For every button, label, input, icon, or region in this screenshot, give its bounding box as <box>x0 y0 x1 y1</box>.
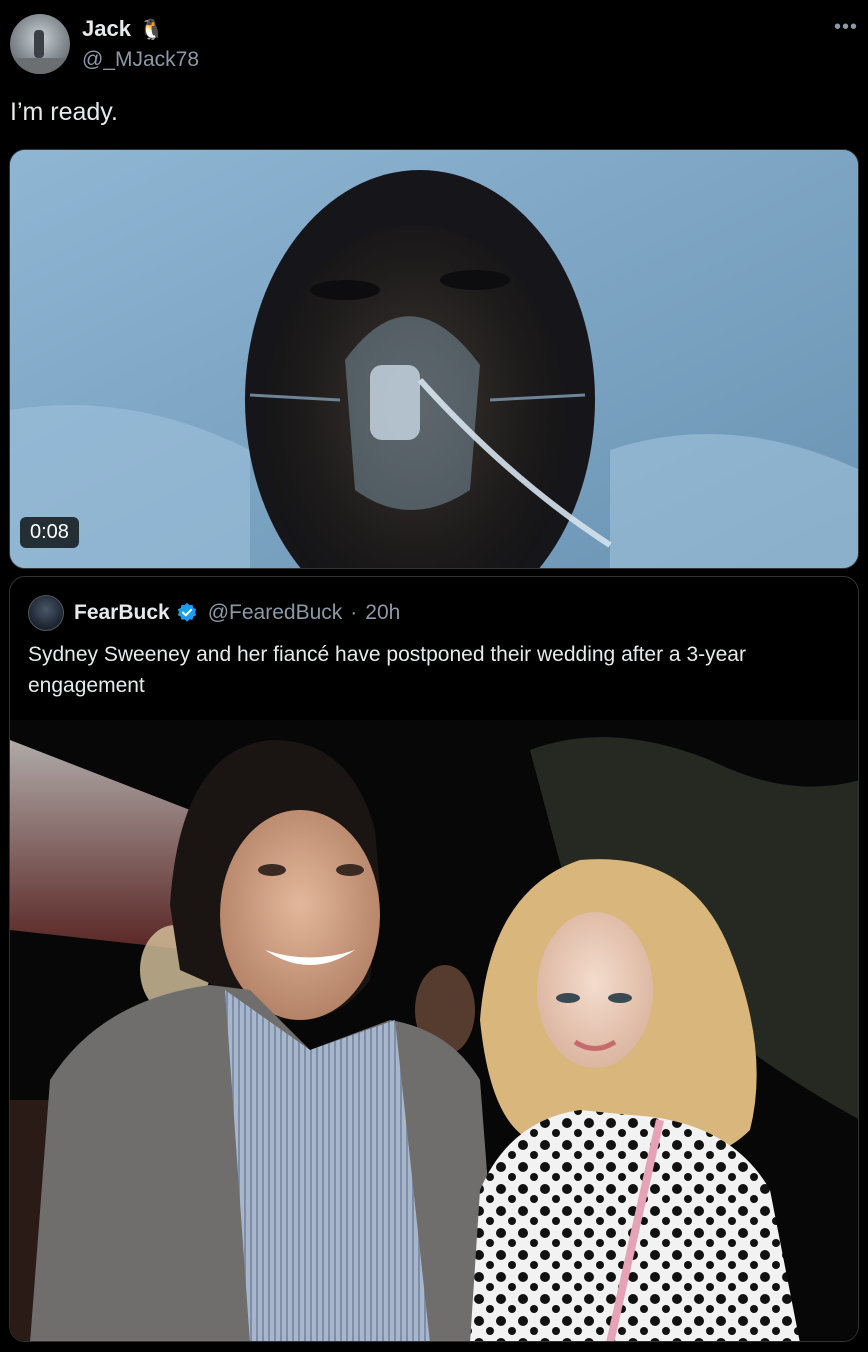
video-player[interactable]: 0:08 <box>9 149 859 569</box>
meta-separator: · <box>350 601 358 624</box>
quoted-tweet-header: FearBuck @FearedBuck · 20h <box>28 595 400 631</box>
quoted-photo-image <box>10 720 858 1341</box>
quoted-handle[interactable]: @FearedBuck <box>208 601 343 625</box>
tweet-text: I’m ready. <box>10 98 118 126</box>
quoted-display-name[interactable]: FearBuck <box>74 601 170 625</box>
quoted-avatar[interactable] <box>28 595 64 631</box>
quoted-photo[interactable] <box>10 720 858 1341</box>
tweet-header: Jack 🐧 @_MJack78 ••• <box>10 14 858 76</box>
video-duration-badge: 0:08 <box>20 517 79 548</box>
author-display-name[interactable]: Jack <box>82 16 131 42</box>
quoted-timestamp[interactable]: 20h <box>365 601 400 625</box>
author-handle[interactable]: @_MJack78 <box>82 48 199 72</box>
verified-badge-icon <box>177 602 196 622</box>
author-name-row: Jack 🐧 <box>82 16 164 42</box>
video-frame <box>10 150 858 568</box>
avatar[interactable] <box>10 14 70 74</box>
quoted-tweet-text: Sydney Sweeney and her fiancé have postp… <box>28 643 746 697</box>
penguin-icon: 🐧 <box>138 18 164 41</box>
more-horizontal-icon[interactable]: ••• <box>834 16 858 39</box>
quoted-tweet[interactable]: FearBuck @FearedBuck · 20h Sydney Sweene… <box>9 576 859 1342</box>
